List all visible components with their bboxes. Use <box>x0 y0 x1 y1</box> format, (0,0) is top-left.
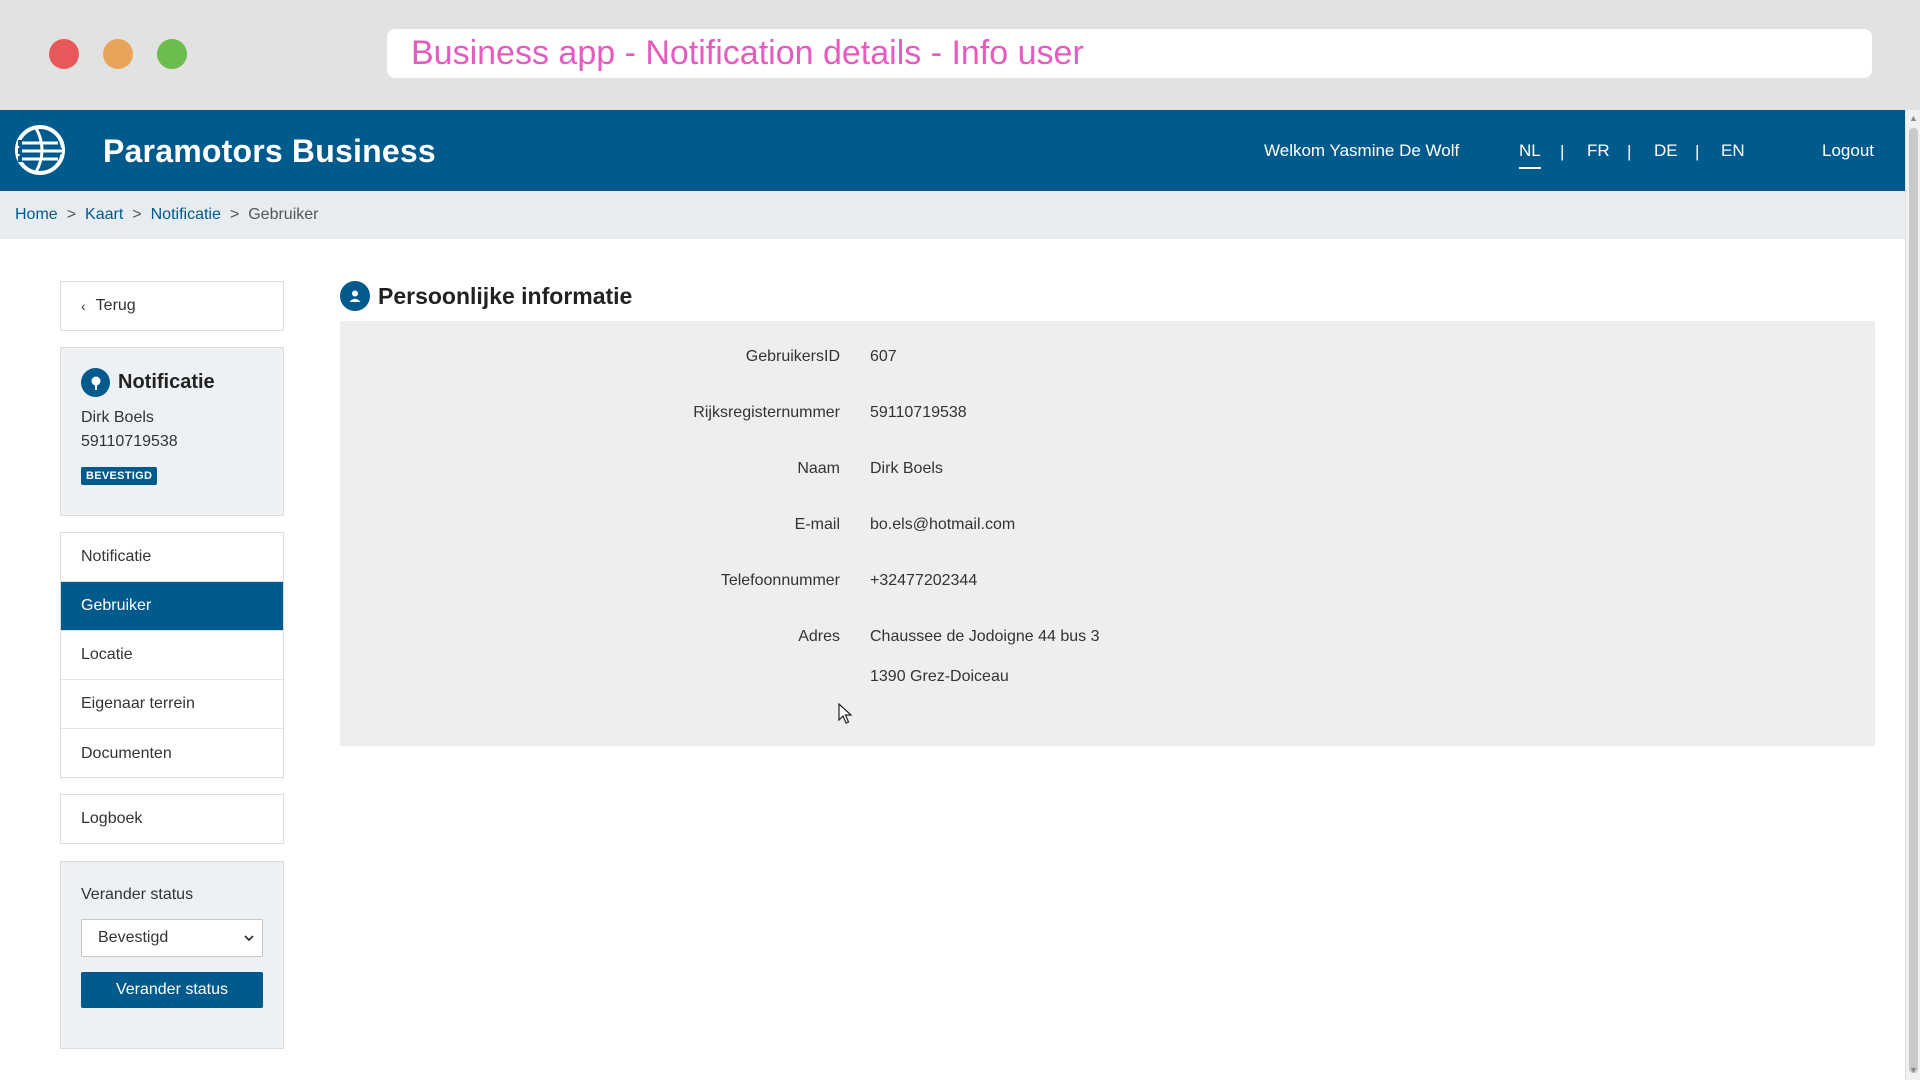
breadcrumb-kaart-link[interactable]: Kaart <box>85 206 123 224</box>
paramotor-logo-icon[interactable] <box>14 124 66 176</box>
lang-separator: | <box>1560 142 1565 161</box>
logout-link[interactable]: Logout <box>1822 141 1874 161</box>
personal-info-panel: GebruikersID 607 Rijksregisternummer 591… <box>340 321 1875 746</box>
lang-de-link[interactable]: DE <box>1654 141 1678 161</box>
scrollbar-thumb[interactable] <box>1909 128 1918 1073</box>
lang-en-link[interactable]: EN <box>1721 141 1745 161</box>
field-value-gebruikersid: 607 <box>870 348 897 365</box>
breadcrumb-current: Gebruiker <box>248 206 319 223</box>
minimize-window-button[interactable] <box>103 39 133 69</box>
lang-separator: | <box>1627 142 1632 161</box>
change-status-label: Verander status <box>81 886 194 903</box>
logboek-label: Logboek <box>81 810 143 827</box>
app-title: Paramotors Business <box>103 133 436 169</box>
chevron-left-icon: ‹ <box>81 298 86 314</box>
sidebar-item-logboek[interactable]: Logboek <box>60 794 284 844</box>
breadcrumb: Home > Kaart > Notificatie > Gebruiker <box>0 191 1905 239</box>
chevron-down-icon <box>244 934 254 941</box>
welcome-text: Welkom Yasmine De Wolf <box>1264 141 1460 160</box>
page-scrollbar[interactable]: ▲ ▼ <box>1905 110 1920 1080</box>
field-value-rijksregisternummer: 59110719538 <box>870 404 967 421</box>
sidebar-nav: Notificatie Gebruiker Locatie Eigenaar t… <box>60 532 284 778</box>
field-value-adres-line2: 1390 Grez-Doiceau <box>870 668 1009 685</box>
back-button-label: Terug <box>95 297 136 314</box>
lang-fr-link[interactable]: FR <box>1587 141 1610 161</box>
lang-separator: | <box>1695 142 1700 161</box>
notification-card-title: Notificatie <box>118 371 215 393</box>
address-bar[interactable]: Business app - Notification details - In… <box>387 29 1872 78</box>
field-value-email: bo.els@hotmail.com <box>870 516 1016 533</box>
field-label-naam: Naam <box>797 460 840 477</box>
notification-card-name: Dirk Boels <box>81 409 154 426</box>
field-label-rijksregisternummer: Rijksregisternummer <box>693 404 840 421</box>
maximize-window-button[interactable] <box>157 39 187 69</box>
status-badge: BEVESTIGD <box>81 467 158 485</box>
section-header: Persoonlijke informatie <box>340 281 632 311</box>
window-chrome: Business app - Notification details - In… <box>0 0 1920 110</box>
change-status-button[interactable]: Verander status <box>81 972 263 1008</box>
scroll-down-icon[interactable]: ▼ <box>1909 1065 1918 1075</box>
breadcrumb-home-link[interactable]: Home <box>15 206 58 224</box>
app-header: Paramotors Business Welkom Yasmine De Wo… <box>0 110 1905 191</box>
breadcrumb-separator: > <box>229 206 240 223</box>
status-select[interactable]: Bevestigd <box>81 919 263 957</box>
breadcrumb-separator: > <box>132 206 142 223</box>
field-value-telefoonnummer: +32477202344 <box>870 572 978 589</box>
breadcrumb-separator: > <box>66 206 77 223</box>
mouse-cursor-icon <box>838 703 852 724</box>
notification-card-number: 59110719538 <box>81 433 178 450</box>
back-button[interactable]: ‹ Terug <box>60 281 284 331</box>
breadcrumb-notificatie-link[interactable]: Notificatie <box>151 206 221 224</box>
sidebar-item-locatie[interactable]: Locatie <box>61 631 283 680</box>
status-select-value: Bevestigd <box>98 929 169 946</box>
page-title: Persoonlijke informatie <box>378 282 633 309</box>
field-label-gebruikersid: GebruikersID <box>745 348 840 365</box>
sidebar-item-notificatie[interactable]: Notificatie <box>61 533 283 582</box>
field-label-adres: Adres <box>798 628 840 645</box>
field-value-adres-line1: Chaussee de Jodoigne 44 bus 3 <box>870 628 1100 645</box>
lang-nl-link[interactable]: NL <box>1519 141 1541 169</box>
notification-summary-card: Notificatie Dirk Boels 59110719538 BEVES… <box>60 347 284 516</box>
field-value-naam: Dirk Boels <box>870 460 943 477</box>
field-label-telefoonnummer: Telefoonnummer <box>720 572 840 589</box>
location-pin-icon <box>81 368 110 397</box>
field-label-email: E-mail <box>794 516 840 533</box>
user-icon <box>340 281 370 311</box>
sidebar-item-documenten[interactable]: Documenten <box>61 729 283 778</box>
scroll-up-icon[interactable]: ▲ <box>1909 113 1918 123</box>
change-status-panel: Verander status Bevestigd Verander statu… <box>60 861 284 1049</box>
close-window-button[interactable] <box>49 39 79 69</box>
sidebar-item-eigenaar-terrein[interactable]: Eigenaar terrein <box>61 680 283 729</box>
sidebar-item-gebruiker[interactable]: Gebruiker <box>61 582 283 631</box>
